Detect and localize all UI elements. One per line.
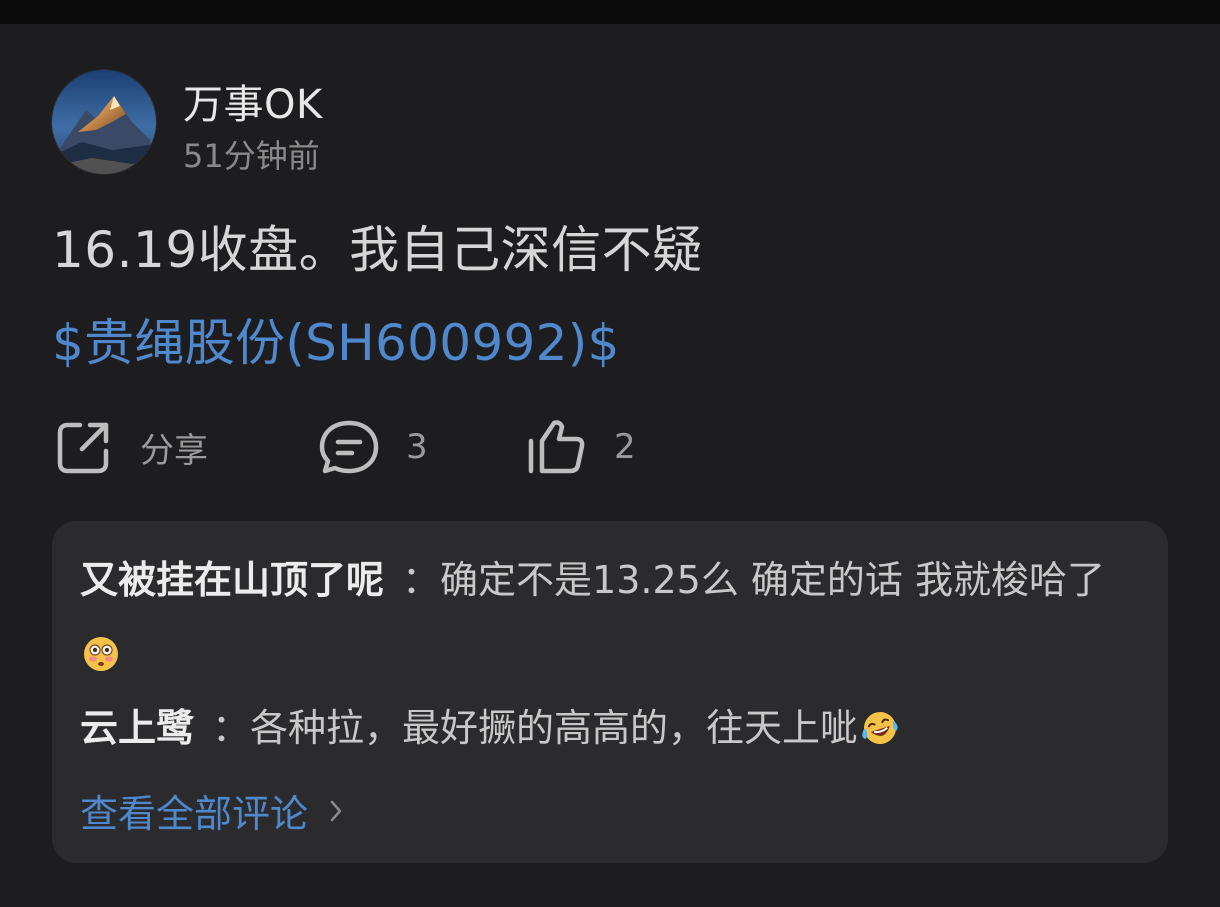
top-strip — [0, 0, 1220, 24]
flushed-face-emoji-icon — [82, 623, 120, 671]
comment-count: 3 — [406, 427, 428, 467]
comment-item[interactable]: 又被挂在山顶了呢 ：确定不是13.25么 确定的话 我就梭哈了 — [80, 543, 1140, 691]
view-all-comments-link[interactable]: 查看全部评论 — [80, 783, 344, 838]
like-button[interactable]: 2 — [524, 415, 636, 479]
chevron-right-icon — [328, 789, 344, 833]
commenter-name[interactable]: 又被挂在山顶了呢 — [80, 558, 384, 602]
comment-button[interactable]: 3 — [318, 415, 428, 479]
author-avatar[interactable] — [52, 70, 156, 174]
share-icon — [54, 417, 114, 477]
stock-tag-link[interactable]: $贵绳股份(SH600992)$ — [52, 303, 620, 375]
thumbs-up-icon — [524, 417, 588, 477]
comment-text: 确定不是13.25么 确定的话 我就梭哈了 — [440, 558, 1105, 602]
comment-text: 各种拉，最好撅的高高的，往天上呲 — [250, 706, 859, 750]
comment-bubble-icon — [318, 417, 380, 477]
share-label: 分享 — [140, 430, 208, 471]
comments-preview: 又被挂在山顶了呢 ：确定不是13.25么 确定的话 我就梭哈了 云上鹭 ：各种拉，最… — [52, 521, 1168, 863]
like-count: 2 — [614, 427, 636, 467]
share-button[interactable]: 分享 — [54, 415, 208, 479]
commenter-name[interactable]: 云上鹭 — [80, 706, 194, 750]
view-all-comments-label: 查看全部评论 — [80, 792, 309, 836]
author-name[interactable]: 万事OK — [183, 72, 323, 130]
comment-separator: ： — [402, 558, 441, 602]
comment-separator: ： — [212, 706, 251, 750]
comment-item[interactable]: 云上鹭 ：各种拉，最好撅的高高的，往天上呲 — [80, 691, 1140, 765]
mountain-avatar-image — [52, 70, 156, 174]
post-body-text: 16.19收盘。我自己深信不疑 — [52, 221, 703, 279]
laughing-crying-face-emoji-icon — [860, 697, 898, 744]
post-timestamp: 51分钟前 — [183, 137, 320, 175]
